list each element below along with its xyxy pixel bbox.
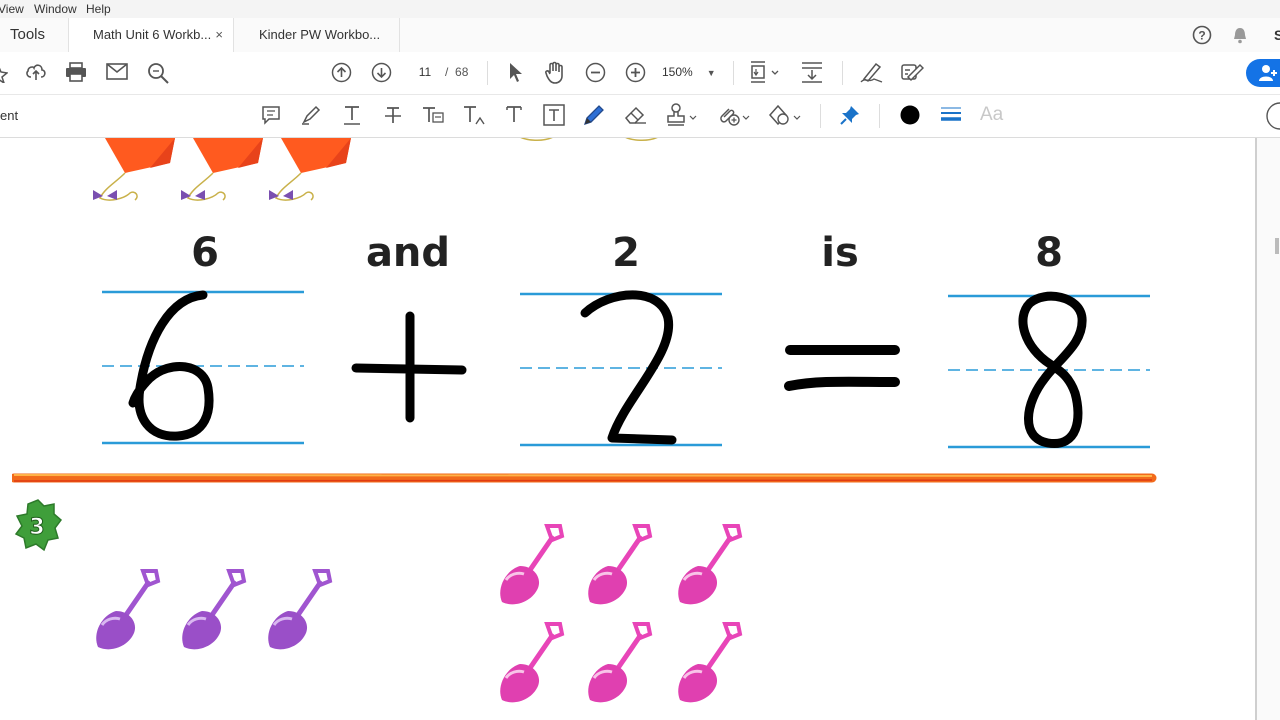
page-count: / 68 xyxy=(445,61,468,83)
vertical-scrollbar[interactable] xyxy=(1255,138,1280,720)
color-swatch-icon[interactable] xyxy=(900,105,920,125)
text-comment-icon[interactable] xyxy=(504,104,524,126)
pink-shovels xyxy=(500,524,743,703)
shapes-icon[interactable] xyxy=(767,103,803,127)
redact-icon[interactable] xyxy=(900,61,924,83)
sticky-note-icon[interactable] xyxy=(261,105,281,125)
scrollbar-thumb[interactable] xyxy=(1275,238,1279,254)
hand-icon[interactable] xyxy=(544,61,566,84)
comment-panel-toggle[interactable] xyxy=(1265,102,1280,130)
tab-tools-label: Tools xyxy=(10,26,46,43)
font-size-button[interactable]: Aa xyxy=(980,104,1003,126)
mail-icon[interactable] xyxy=(106,63,128,80)
main-toolbar: 11 / 68 150% ▼ xyxy=(0,52,1280,95)
shovel-purple-1 xyxy=(96,569,161,650)
attach-icon[interactable] xyxy=(716,103,752,127)
fit-page-icon[interactable] xyxy=(749,61,781,83)
shovel-pink-6 xyxy=(678,622,743,703)
pencil-icon[interactable] xyxy=(583,104,605,126)
toolbar-divider xyxy=(820,104,821,128)
page-up-icon[interactable] xyxy=(331,62,352,83)
page-down-icon[interactable] xyxy=(371,62,392,83)
zoom-dropdown-icon[interactable]: ▼ xyxy=(707,68,716,78)
menu-bar: View Window Help xyxy=(0,0,1280,18)
share-button[interactable] xyxy=(1246,59,1280,87)
cloud-upload-icon[interactable] xyxy=(25,62,47,82)
line-weight-icon[interactable] xyxy=(940,106,962,124)
zoom-out-icon[interactable] xyxy=(585,62,606,83)
tab-kinder-pw[interactable]: Kinder PW Workbo... xyxy=(234,18,400,52)
tab-label: Math Unit 6 Workb... xyxy=(93,27,212,42)
strikethrough-icon[interactable] xyxy=(383,104,403,126)
help-icon[interactable]: ? xyxy=(1192,25,1212,45)
comment-toolbar-label: ent xyxy=(0,108,19,123)
print-icon[interactable] xyxy=(65,62,87,82)
text-box-icon[interactable] xyxy=(543,104,565,126)
pin-icon[interactable] xyxy=(839,104,861,126)
section-divider xyxy=(12,473,1157,483)
toolbar-divider xyxy=(879,104,880,128)
menu-view[interactable]: View xyxy=(0,2,24,16)
exercise-number: 3 xyxy=(29,515,44,540)
zoom-value: 150% xyxy=(662,65,693,79)
scroll-mode-icon[interactable] xyxy=(801,61,823,83)
kite-illustration xyxy=(93,138,351,201)
kite-string-partial xyxy=(520,138,658,141)
handwritten-equals xyxy=(784,345,900,391)
eraser-icon[interactable] xyxy=(624,105,648,125)
tab-bar: Tools Math Unit 6 Workb... × Kinder PW W… xyxy=(0,18,1280,53)
purple-shovels xyxy=(96,569,333,650)
sign-icon[interactable] xyxy=(860,61,884,83)
replace-text-icon[interactable] xyxy=(421,104,445,126)
word-is: is xyxy=(821,230,859,276)
zoom-level-select[interactable]: 150% ▼ xyxy=(662,61,716,84)
stamp-icon[interactable] xyxy=(665,103,699,127)
toolbar-divider xyxy=(733,61,734,85)
shovel-pink-2 xyxy=(588,524,653,605)
shovel-pink-3 xyxy=(678,524,743,605)
total-pages: 68 xyxy=(455,65,469,79)
word-2: 2 xyxy=(612,230,640,276)
text-underline-icon[interactable] xyxy=(342,104,362,126)
zoom-in-icon[interactable] xyxy=(625,62,646,83)
page-separator: / xyxy=(445,65,449,79)
word-6: 6 xyxy=(191,230,219,276)
menu-window[interactable]: Window xyxy=(34,2,77,16)
toolbar-divider xyxy=(487,61,488,85)
handwriting-area xyxy=(102,290,1150,449)
shovel-purple-3 xyxy=(268,569,333,650)
star-icon[interactable] xyxy=(0,63,8,83)
toolbar-divider xyxy=(842,61,843,85)
word-8: 8 xyxy=(1035,230,1063,276)
document-page[interactable]: 6 and 2 is 8 3 xyxy=(0,138,1255,720)
kite-1 xyxy=(93,138,175,201)
bell-icon[interactable] xyxy=(1231,26,1249,44)
exercise-badge: 3 xyxy=(14,499,62,552)
tab-close-icon[interactable]: × xyxy=(215,18,223,52)
shovel-pink-5 xyxy=(588,622,653,703)
highlighter-icon[interactable] xyxy=(301,105,321,125)
shovel-pink-1 xyxy=(500,524,565,605)
word-and: and xyxy=(365,230,451,276)
tab-math-unit-6[interactable]: Math Unit 6 Workb... × xyxy=(68,18,234,52)
tab-tools[interactable]: Tools xyxy=(10,18,65,52)
shovel-purple-2 xyxy=(182,569,247,650)
svg-text:?: ? xyxy=(1198,29,1205,43)
shovel-pink-4 xyxy=(500,622,565,703)
comment-toolbar: ent Aa xyxy=(0,95,1280,138)
search-icon[interactable] xyxy=(147,62,169,84)
cursor-icon[interactable] xyxy=(508,62,524,83)
share-icon xyxy=(1258,64,1278,82)
tab-label: Kinder PW Workbo... xyxy=(259,27,381,42)
insert-text-icon[interactable] xyxy=(462,104,486,126)
user-initial[interactable]: S xyxy=(1274,27,1280,43)
handwritten-plus xyxy=(351,311,467,423)
page-number-input[interactable]: 11 xyxy=(410,61,440,83)
menu-help[interactable]: Help xyxy=(86,2,111,16)
